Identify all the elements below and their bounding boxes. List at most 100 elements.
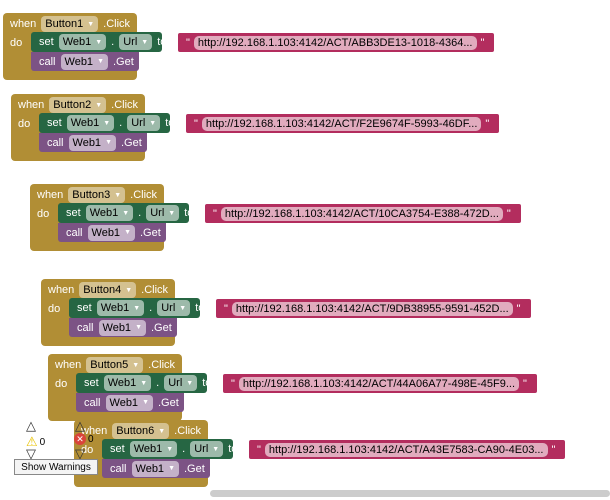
call-get-block[interactable]: call Web1 ▼ .Get [76,393,184,412]
component-name: Web1 [135,462,165,475]
when-button-click-block[interactable]: when Button1 ▼ .Click do set Web1 ▼ . Url ▼… [3,13,495,80]
when-button-click-block[interactable]: when Button3 ▼ .Click do set Web1 ▼ . Url ▼… [30,184,521,251]
click-label: .Click [130,189,158,201]
component-dropdown[interactable]: Web1 ▼ [131,460,179,477]
button-dropdown[interactable]: Button4 ▼ [79,282,137,298]
component-dropdown[interactable]: Web1 ▼ [96,300,145,316]
property-dropdown[interactable]: Url ▼ [157,300,191,316]
call-get-block[interactable]: call Web1 ▼ .Get [58,223,166,242]
when-button-click-block[interactable]: when Button2 ▼ .Click do set Web1 ▼ . Url ▼… [11,94,500,161]
when-label: when [18,99,45,111]
url-text-field[interactable]: http://192.168.1.103:4142/ACT/A43E7583-C… [264,442,548,457]
chevron-down-icon: ▼ [95,38,103,46]
click-label: .Click [174,425,202,437]
show-warnings-button[interactable]: Show Warnings [14,459,98,475]
button-dropdown[interactable]: Button3 ▼ [68,187,126,203]
open-quote: " [194,117,198,130]
set-url-block[interactable]: set Web1 ▼ . Url ▼ to [39,113,174,133]
chevron-down-icon: ▼ [140,379,148,387]
when-button-click-block[interactable]: when Button5 ▼ .Click do set Web1 ▼ . Url ▼… [48,354,537,421]
url-text-field[interactable]: http://192.168.1.103:4142/ACT/F2E9674F-5… [201,116,482,131]
when-button-click-block[interactable]: when Button6 ▼ .Click do set Web1 ▼ . Url ▼… [74,420,566,487]
component-name: Web1 [91,226,121,239]
set-url-block[interactable]: set Web1 ▼ . Url ▼ to [76,373,211,393]
do-label: do [48,303,61,315]
when-button-click-block[interactable]: when Button4 ▼ .Click do set Web1 ▼ . Url ▼… [41,279,531,346]
call-get-block[interactable]: call Web1 ▼ .Get [102,459,210,478]
text-string-block[interactable]: " http://192.168.1.103:4142/ACT/10CA3754… [205,204,521,223]
error-counter: ✕ 0 [74,433,94,445]
dot-label: . [156,377,160,389]
button-dropdown[interactable]: Button6 ▼ [112,423,170,439]
text-string-block[interactable]: " http://192.168.1.103:4142/ACT/F2E9674F… [186,114,500,133]
component-name: Web1 [107,377,137,389]
set-label: set [77,302,92,314]
component-dropdown[interactable]: Web1 ▼ [98,319,146,336]
set-label: set [39,36,54,48]
chevron-down-icon: ▼ [168,465,175,472]
url-text-field[interactable]: http://192.168.1.103:4142/ACT/44A06A77-4… [238,376,520,391]
component-dropdown[interactable]: Web1 ▼ [60,53,108,70]
component-dropdown[interactable]: Web1 ▼ [85,205,134,221]
text-string-block[interactable]: " http://192.168.1.103:4142/ACT/ABB3DE13… [178,33,495,52]
component-dropdown[interactable]: Web1 ▼ [66,115,115,131]
set-url-block[interactable]: set Web1 ▼ . Url ▼ to [58,203,193,223]
set-label: set [110,443,125,455]
button-dropdown[interactable]: Button2 ▼ [49,97,107,113]
component-name: Web1 [64,55,94,68]
call-get-block[interactable]: call Web1 ▼ .Get [31,52,139,71]
property-dropdown[interactable]: Url ▼ [146,205,180,221]
to-label: to [184,207,194,219]
to-label: to [195,302,205,314]
set-url-block[interactable]: set Web1 ▼ . Url ▼ to [31,32,166,52]
when-label: when [10,18,37,30]
property-dropdown[interactable]: Url ▼ [164,375,198,391]
property-dropdown[interactable]: Url ▼ [190,441,224,457]
chevron-down-icon: ▼ [142,399,149,406]
dot-label: . [182,443,186,455]
close-quote: " [485,117,490,130]
call-get-block[interactable]: call Web1 ▼ .Get [69,318,177,337]
url-text-field[interactable]: http://192.168.1.103:4142/ACT/10CA3754-E… [220,206,503,221]
set-url-block[interactable]: set Web1 ▼ . Url ▼ to [102,439,237,459]
error-prev-arrow-icon[interactable]: △ [75,418,85,434]
dot-label: . [149,302,153,314]
component-dropdown[interactable]: Web1 ▼ [87,224,135,241]
warning-prev-arrow-icon[interactable]: △ [26,418,36,434]
text-string-block[interactable]: " http://192.168.1.103:4142/ACT/9DB38955… [216,299,531,318]
component-dropdown[interactable]: Web1 ▼ [103,375,152,391]
error-count: 0 [88,433,94,445]
url-text-field[interactable]: http://192.168.1.103:4142/ACT/ABB3DE13-1… [193,35,477,50]
component-name: Web1 [89,207,119,219]
horizontal-scrollbar[interactable] [210,490,610,497]
get-label: .Get [151,321,172,334]
component-dropdown[interactable]: Web1 ▼ [129,441,178,457]
component-dropdown[interactable]: Web1 ▼ [68,134,116,151]
chevron-down-icon: ▼ [95,101,103,109]
component-dropdown[interactable]: Web1 ▼ [58,34,107,50]
open-quote: " [186,36,190,49]
set-url-block[interactable]: set Web1 ▼ . Url ▼ to [69,298,204,318]
close-quote: " [516,302,521,315]
call-label: call [66,226,83,239]
get-label: .Get [113,55,134,68]
button-name: Button5 [90,359,129,371]
call-label: call [47,136,64,149]
url-text-field[interactable]: http://192.168.1.103:4142/ACT/9DB38955-9… [231,301,513,316]
property-dropdown[interactable]: Url ▼ [127,115,161,131]
button-name: Button1 [45,18,84,30]
dot-label: . [138,207,142,219]
do-label: do [55,378,68,390]
button-name: Button2 [53,99,92,111]
component-dropdown[interactable]: Web1 ▼ [105,394,153,411]
close-quote: " [523,377,527,390]
chevron-down-icon: ▼ [135,324,142,331]
property-name: Url [161,302,176,314]
text-string-block[interactable]: " http://192.168.1.103:4142/ACT/A43E7583… [249,440,566,459]
button-dropdown[interactable]: Button1 ▼ [41,16,99,32]
call-get-block[interactable]: call Web1 ▼ .Get [39,133,147,152]
button-dropdown[interactable]: Button5 ▼ [86,357,144,373]
property-dropdown[interactable]: Url ▼ [119,34,153,50]
dot-label: . [119,117,123,129]
text-string-block[interactable]: " http://192.168.1.103:4142/ACT/44A06A77… [223,374,537,393]
